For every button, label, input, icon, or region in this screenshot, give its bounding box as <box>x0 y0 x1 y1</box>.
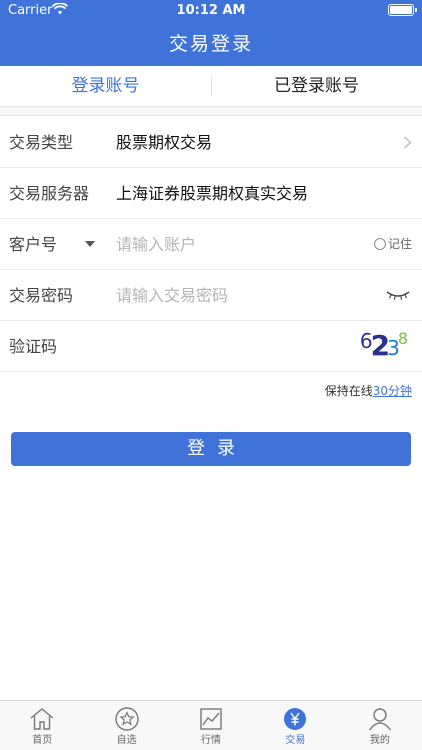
section-gap <box>0 107 422 116</box>
remember-label: 记住 <box>387 237 412 251</box>
radio-icon <box>373 238 386 250</box>
tabbar-item-trade[interactable]: 交易 <box>253 701 337 750</box>
bottom-tabbar: 首页 自选 行情 交易 我的 <box>0 700 422 750</box>
tabbar-label: 交易 <box>285 735 306 746</box>
tabbar-item-home[interactable]: 首页 <box>0 701 84 750</box>
tabbar-label: 我的 <box>369 735 390 746</box>
tabbar-label: 行情 <box>201 735 222 746</box>
battery-icon <box>388 4 417 16</box>
yen-icon <box>284 708 307 730</box>
status-time: 10:12 AM <box>176 3 246 18</box>
home-icon <box>30 708 54 730</box>
trade-type-row[interactable]: 交易类型 股票期权交易 <box>0 117 422 168</box>
login-button[interactable]: 登录 <box>11 432 411 466</box>
captcha-digit: 8 <box>397 329 408 348</box>
tabbar-item-market[interactable]: 行情 <box>169 701 253 750</box>
keep-online-prefix: 保持在线 <box>324 384 373 398</box>
page-title: 交易登录 <box>168 33 253 55</box>
account-tabs: 登录账号 已登录账号 <box>0 66 422 107</box>
server-row[interactable]: 交易服务器 上海证券股票期权真实交易 <box>0 168 422 219</box>
password-label: 交易密码 <box>9 286 74 305</box>
trade-type-label: 交易类型 <box>9 133 74 152</box>
trade-type-value: 股票期权交易 <box>116 133 213 152</box>
tabbar-item-mine[interactable]: 我的 <box>338 701 422 750</box>
chevron-right-icon <box>404 136 412 149</box>
user-icon <box>368 708 391 731</box>
eye-closed-icon[interactable] <box>386 289 410 301</box>
keep-online-text: 保持在线30分钟 <box>325 382 412 399</box>
star-icon <box>114 707 139 731</box>
account-input[interactable]: 请输入账户 <box>116 219 196 270</box>
server-label: 交易服务器 <box>9 184 90 203</box>
header: Carrier 10:12 AM 交易登录 <box>0 0 422 66</box>
captcha-label: 验证码 <box>9 337 58 356</box>
tabbar-item-watchlist[interactable]: 自选 <box>84 701 168 750</box>
status-bar: Carrier 10:12 AM <box>0 0 422 22</box>
password-input[interactable]: 请输入交易密码 <box>116 270 228 321</box>
password-row: 交易密码 请输入交易密码 <box>0 270 422 321</box>
server-value: 上海证券股票期权真实交易 <box>116 184 309 203</box>
tabbar-label: 首页 <box>32 735 53 746</box>
tab-login-account[interactable]: 登录账号 <box>0 66 211 107</box>
captcha-image[interactable]: 6238 <box>360 329 408 363</box>
account-row: 客户号 请输入账户 记住 <box>0 219 422 270</box>
tab-logged-in-accounts[interactable]: 已登录账号 <box>211 66 422 107</box>
account-label: 客户号 <box>9 235 58 254</box>
caret-down-icon[interactable] <box>85 241 95 247</box>
remember-checkbox[interactable]: 记住 <box>373 219 412 270</box>
captcha-row: 验证码 6238 <box>0 321 422 372</box>
chart-icon <box>200 708 222 730</box>
tabbar-label: 自选 <box>116 735 137 746</box>
keep-online-duration-link[interactable]: 30分钟 <box>373 384 412 398</box>
